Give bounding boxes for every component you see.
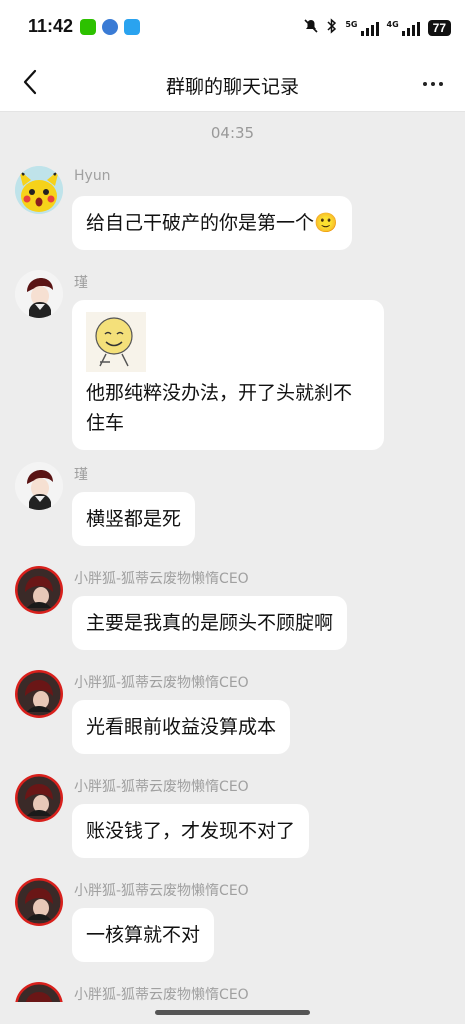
chat-timestamp: 04:35 — [210, 124, 255, 142]
status-right: 5G 4G 77 — [303, 18, 451, 37]
sender-name: 小胖狐-狐蒂云废物懒惰CEO — [74, 883, 249, 899]
send-icon — [124, 19, 140, 35]
message-text: 一核算就不对 — [86, 924, 201, 946]
nav-bar: 群聊的聊天记录 — [0, 56, 465, 112]
status-time: 11:42 — [28, 16, 74, 36]
avatar-pikachu[interactable] — [15, 166, 63, 214]
signal-5g-icon: 5G — [345, 19, 379, 36]
message-text: 光看眼前收益没算成本 — [86, 716, 277, 738]
avatar-anime-character[interactable] — [15, 270, 63, 318]
signal-4g-icon: 4G — [387, 20, 420, 36]
message-bubble[interactable]: 账没钱了，才发现不对了 — [72, 804, 310, 858]
sender-name: 小胖狐-狐蒂云废物懒惰CEO — [74, 675, 249, 691]
more-dot — [423, 82, 427, 86]
sender-name: 瑾 — [74, 275, 88, 291]
home-indicator[interactable] — [155, 1010, 310, 1015]
status-bar: 11:42 5G 4G 77 — [0, 0, 465, 56]
message-text: 账没钱了，才发现不对了 — [86, 820, 296, 842]
message-text: 主要是我真的是顾头不顾腚啊 — [86, 612, 334, 634]
mute-icon — [303, 18, 319, 37]
avatar-anime-character[interactable] — [15, 462, 63, 510]
message-bubble[interactable]: 主要是我真的是顾头不顾腚啊 — [72, 596, 348, 650]
sender-name: 小胖狐-狐蒂云废物懒惰CEO — [74, 779, 249, 795]
avatar-fox-ceo[interactable] — [15, 878, 63, 926]
message-text: 横竖都是死 — [86, 508, 182, 530]
sender-name: 小胖狐-狐蒂云废物懒惰CEO — [74, 571, 249, 587]
battery-indicator: 77 — [427, 19, 451, 36]
sender-name: 瑾 — [74, 467, 88, 483]
wechat-icon — [80, 19, 96, 35]
message-bubble[interactable]: 一核算就不对 — [72, 908, 215, 962]
browser-icon — [102, 19, 118, 35]
bluetooth-icon — [327, 18, 337, 37]
page-title: 群聊的聊天记录 — [165, 76, 299, 98]
message-bubble[interactable]: 给自己干破产的你是第一个🙂 — [72, 196, 352, 250]
network-label-4g: 4G — [386, 19, 399, 29]
message-bubble[interactable]: 横竖都是死 — [72, 492, 196, 546]
message-bubble[interactable]: 他那纯粹没办法，开了头就刹不住车 — [72, 300, 384, 450]
message-text: 给自己干破产的你是第一个 — [86, 212, 315, 234]
sender-name: 小胖狐-狐蒂云废物懒惰CEO — [74, 987, 249, 1003]
smiley-sticker-icon[interactable] — [86, 312, 146, 372]
more-dot — [431, 82, 435, 86]
avatar-fox-ceo[interactable] — [15, 774, 63, 822]
smile-emoji-icon: 🙂 — [314, 212, 338, 234]
more-dot — [439, 82, 443, 86]
sender-name: Hyun — [74, 168, 111, 184]
message-bubble[interactable]: 光看眼前收益没算成本 — [72, 700, 291, 754]
message-text: 他那纯粹没办法，开了头就刹不住车 — [86, 382, 353, 434]
avatar-fox-ceo[interactable] — [15, 566, 63, 614]
more-button[interactable] — [417, 68, 449, 100]
status-notification-icons — [80, 19, 140, 35]
avatar-fox-ceo[interactable] — [15, 670, 63, 718]
home-bar — [0, 1002, 465, 1024]
network-label-5g: 5G — [345, 19, 358, 29]
